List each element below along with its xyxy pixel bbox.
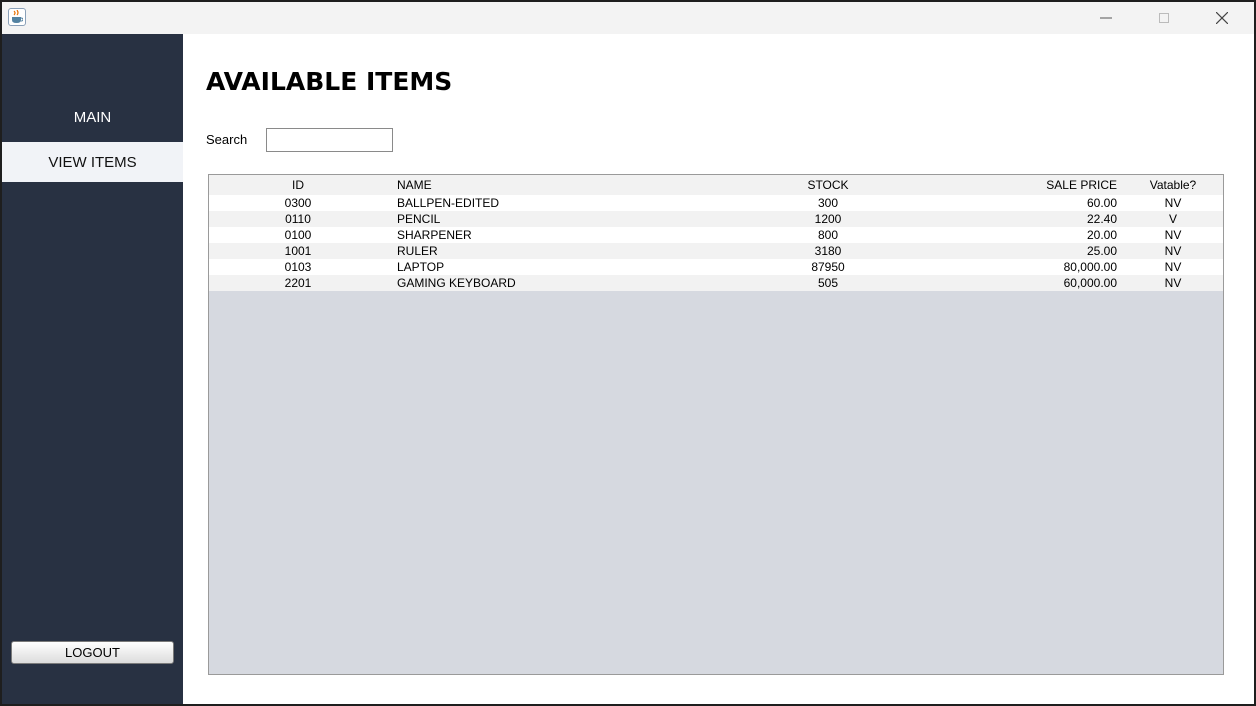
- cell-sale-price: 60.00: [1086, 196, 1117, 210]
- cell-sale-price: 20.00: [1086, 228, 1117, 242]
- cell-vatable: NV: [1164, 196, 1182, 210]
- cell-stock: 1200: [814, 212, 842, 226]
- table-row[interactable]: 1001 RULER 3180 25.00 NV: [209, 243, 1223, 259]
- page-title: AVAILABLE ITEMS: [206, 67, 453, 96]
- cell-vatable: NV: [1164, 260, 1182, 274]
- cell-stock: 800: [817, 228, 839, 242]
- cell-vatable: NV: [1164, 244, 1182, 258]
- cell-name: SHARPENER: [397, 228, 472, 242]
- search-label: Search: [206, 132, 248, 147]
- column-header-stock[interactable]: STOCK: [721, 175, 935, 195]
- minimize-icon: [1100, 17, 1112, 19]
- logout-button[interactable]: LOGOUT: [11, 641, 174, 664]
- cell-name: RULER: [397, 244, 438, 258]
- java-cup-icon: [8, 8, 26, 26]
- cell-name: PENCIL: [397, 212, 441, 226]
- table-header-row: ID NAME STOCK SALE PRICE Vatable?: [209, 175, 1223, 195]
- table-row[interactable]: 0110 PENCIL 1200 22.40 V: [209, 211, 1223, 227]
- cell-name: BALLPEN-EDITED: [397, 196, 500, 210]
- cell-sale-price: 22.40: [1086, 212, 1117, 226]
- cell-stock: 3180: [814, 244, 842, 258]
- table-row[interactable]: 0103 LAPTOP 87950 80,000.00 NV: [209, 259, 1223, 275]
- minimize-button[interactable]: [1083, 2, 1129, 34]
- table-row[interactable]: 2201 GAMING KEYBOARD 505 60,000.00 NV: [209, 275, 1223, 291]
- sidebar-item-main[interactable]: MAIN: [2, 97, 183, 137]
- sidebar-item-view-items[interactable]: VIEW ITEMS: [2, 142, 183, 182]
- column-header-id[interactable]: ID: [209, 175, 387, 195]
- sidebar: MAIN VIEW ITEMS LOGOUT: [2, 34, 183, 704]
- cell-stock: 505: [817, 276, 839, 290]
- table-row[interactable]: 0100 SHARPENER 800 20.00 NV: [209, 227, 1223, 243]
- column-header-name[interactable]: NAME: [387, 175, 721, 195]
- cell-name: GAMING KEYBOARD: [397, 276, 516, 290]
- table-row[interactable]: 0300 BALLPEN-EDITED 300 60.00 NV: [209, 195, 1223, 211]
- cell-stock: 87950: [811, 260, 845, 274]
- items-table[interactable]: ID NAME STOCK SALE PRICE Vatable? 0300 B…: [208, 174, 1224, 675]
- cell-id: 0110: [285, 212, 311, 226]
- cell-id: 1001: [284, 244, 312, 258]
- column-header-vatable[interactable]: Vatable?: [1123, 175, 1223, 195]
- cell-stock: 300: [817, 196, 839, 210]
- cell-sale-price: 80,000.00: [1063, 260, 1117, 274]
- search-input[interactable]: [266, 128, 393, 152]
- cell-id: 0300: [284, 196, 312, 210]
- cell-sale-price: 60,000.00: [1063, 276, 1117, 290]
- maximize-button[interactable]: [1141, 2, 1187, 34]
- cell-vatable: V: [1168, 212, 1177, 226]
- cell-name: LAPTOP: [397, 260, 445, 274]
- cell-vatable: NV: [1164, 276, 1182, 290]
- cell-id: 0100: [284, 228, 312, 242]
- cell-id: 0103: [284, 260, 312, 274]
- maximize-icon: [1159, 13, 1169, 23]
- close-button[interactable]: [1199, 2, 1245, 34]
- cell-id: 2201: [284, 276, 312, 290]
- title-bar: [2, 2, 1254, 34]
- cell-vatable: NV: [1164, 228, 1182, 242]
- app-window: MAIN VIEW ITEMS LOGOUT AVAILABLE ITEMS S…: [2, 2, 1254, 704]
- sidebar-item-label: VIEW ITEMS: [48, 153, 137, 171]
- column-header-sale-price[interactable]: SALE PRICE: [935, 175, 1123, 195]
- sidebar-item-label: MAIN: [73, 108, 112, 126]
- cell-sale-price: 25.00: [1086, 244, 1117, 258]
- close-icon: [1216, 12, 1228, 24]
